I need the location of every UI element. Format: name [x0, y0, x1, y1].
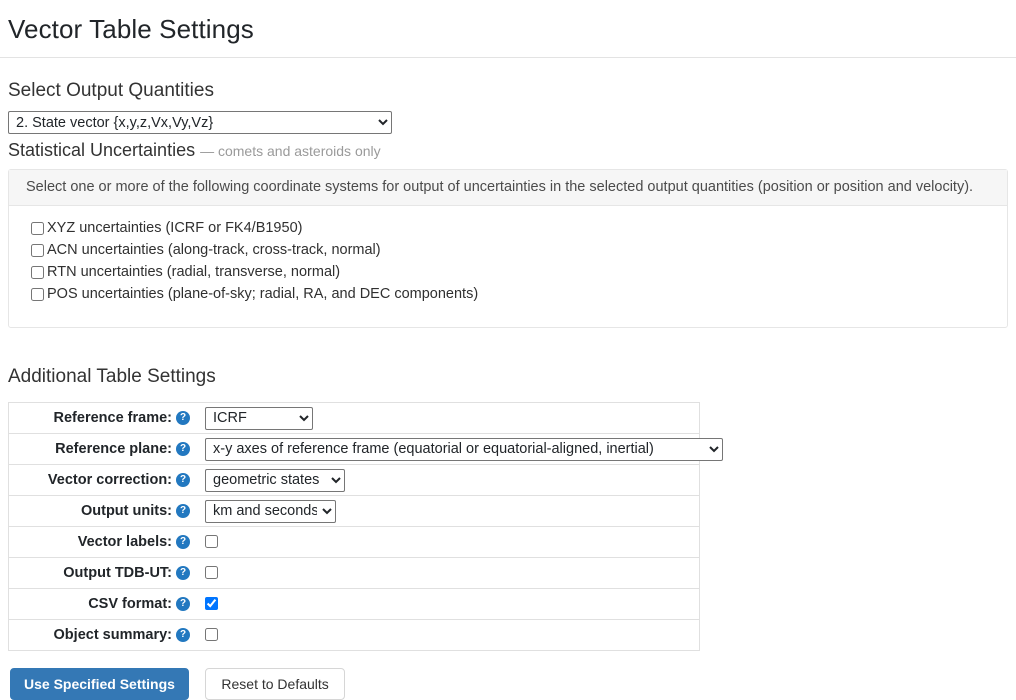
button-bar: Use Specified Settings Reset to Defaults	[0, 651, 1016, 700]
label-vector-labels: Vector labels:	[77, 534, 172, 550]
output-quantities-select[interactable]: 2. State vector {x,y,z,Vx,Vy,Vz}	[8, 111, 392, 134]
label-reference-plane: Reference plane:	[55, 441, 172, 457]
checkbox-output-tdb-ut[interactable]	[205, 566, 218, 580]
label-csv-format: CSV format:	[88, 596, 172, 612]
label-reference-frame: Reference frame:	[53, 410, 172, 426]
additional-settings-section: Additional Table Settings Reference fram…	[0, 328, 1016, 651]
help-icon-vector-correction[interactable]: ?	[176, 472, 190, 487]
uncertainty-checkbox-pos[interactable]	[31, 287, 44, 301]
select-vector-correction[interactable]: geometric states	[205, 468, 345, 492]
checkbox-csv-format[interactable]	[205, 597, 218, 611]
uncertainties-panel-note: Select one or more of the following coor…	[9, 170, 1007, 206]
table-row-vector-correction: Vector correction: ? geometric states	[8, 465, 700, 496]
label-output-tdb-ut: Output TDB-UT:	[63, 565, 172, 581]
help-icon-csv-format[interactable]: ?	[176, 596, 190, 611]
reset-to-defaults-button[interactable]: Reset to Defaults	[205, 668, 345, 700]
additional-settings-table: Reference frame: ? ICRF Reference plane:…	[8, 402, 723, 651]
uncertainty-option-acn[interactable]: ACN uncertainties (along-track, cross-tr…	[31, 239, 997, 261]
uncertainty-checkbox-xyz[interactable]	[31, 221, 44, 235]
uncertainty-checkbox-rtn[interactable]	[31, 265, 44, 279]
help-icon-object-summary[interactable]: ?	[176, 627, 190, 642]
uncertainty-option-xyz[interactable]: XYZ uncertainties (ICRF or FK4/B1950)	[31, 217, 997, 239]
label-vector-correction: Vector correction:	[47, 472, 172, 488]
uncertainty-option-rtn[interactable]: RTN uncertainties (radial, transverse, n…	[31, 261, 997, 283]
table-row-csv-format: CSV format: ?	[8, 589, 700, 620]
checkbox-vector-labels[interactable]	[205, 535, 218, 549]
label-object-summary: Object summary:	[53, 627, 172, 643]
additional-settings-heading: Additional Table Settings	[8, 366, 216, 387]
uncertainty-checkbox-acn[interactable]	[31, 243, 44, 257]
help-icon-vector-labels[interactable]: ?	[176, 534, 190, 549]
uncertainty-label-rtn: RTN uncertainties (radial, transverse, n…	[47, 264, 341, 280]
help-icon-output-units[interactable]: ?	[176, 503, 190, 518]
help-icon-reference-plane[interactable]: ?	[176, 441, 190, 456]
output-quantities-heading: Select Output Quantities	[8, 80, 214, 101]
uncertainties-checkbox-list: XYZ uncertainties (ICRF or FK4/B1950) AC…	[9, 206, 1007, 327]
table-row-vector-labels: Vector labels: ?	[8, 527, 700, 558]
select-reference-plane[interactable]: x-y axes of reference frame (equatorial …	[205, 437, 723, 461]
statistical-uncertainties-title: Statistical Uncertainties	[8, 140, 196, 160]
select-output-units[interactable]: km and seconds	[205, 499, 336, 523]
uncertainty-label-acn: ACN uncertainties (along-track, cross-tr…	[47, 242, 381, 258]
page-title: Vector Table Settings	[8, 14, 254, 44]
uncertainty-label-xyz: XYZ uncertainties (ICRF or FK4/B1950)	[47, 220, 303, 236]
table-row-reference-plane: Reference plane: ? x-y axes of reference…	[8, 434, 723, 465]
table-row-object-summary: Object summary: ?	[9, 620, 700, 651]
uncertainty-label-pos: POS uncertainties (plane-of-sky; radial,…	[47, 286, 479, 302]
statistical-uncertainties-note: — comets and asteroids only	[200, 143, 381, 159]
output-quantities-section: Select Output Quantities 2. State vector…	[0, 58, 1016, 162]
uncertainties-panel: Select one or more of the following coor…	[8, 169, 1008, 328]
table-row-reference-frame: Reference frame: ? ICRF	[8, 403, 700, 434]
statistical-uncertainties-heading: Statistical Uncertainties — comets and a…	[0, 139, 1016, 162]
table-row-output-tdb-ut: Output TDB-UT: ?	[8, 558, 700, 589]
label-output-units: Output units:	[80, 503, 172, 519]
uncertainty-option-pos[interactable]: POS uncertainties (plane-of-sky; radial,…	[31, 283, 997, 305]
checkbox-object-summary[interactable]	[205, 628, 218, 642]
use-specified-settings-button[interactable]: Use Specified Settings	[10, 668, 189, 700]
table-row-output-units: Output units: ? km and seconds	[8, 496, 700, 527]
help-icon-output-tdb-ut[interactable]: ?	[176, 565, 190, 580]
help-icon-reference-frame[interactable]: ?	[176, 410, 190, 425]
select-reference-frame[interactable]: ICRF	[205, 406, 313, 430]
vector-table-settings-page: Vector Table Settings Select Output Quan…	[0, 0, 1016, 700]
